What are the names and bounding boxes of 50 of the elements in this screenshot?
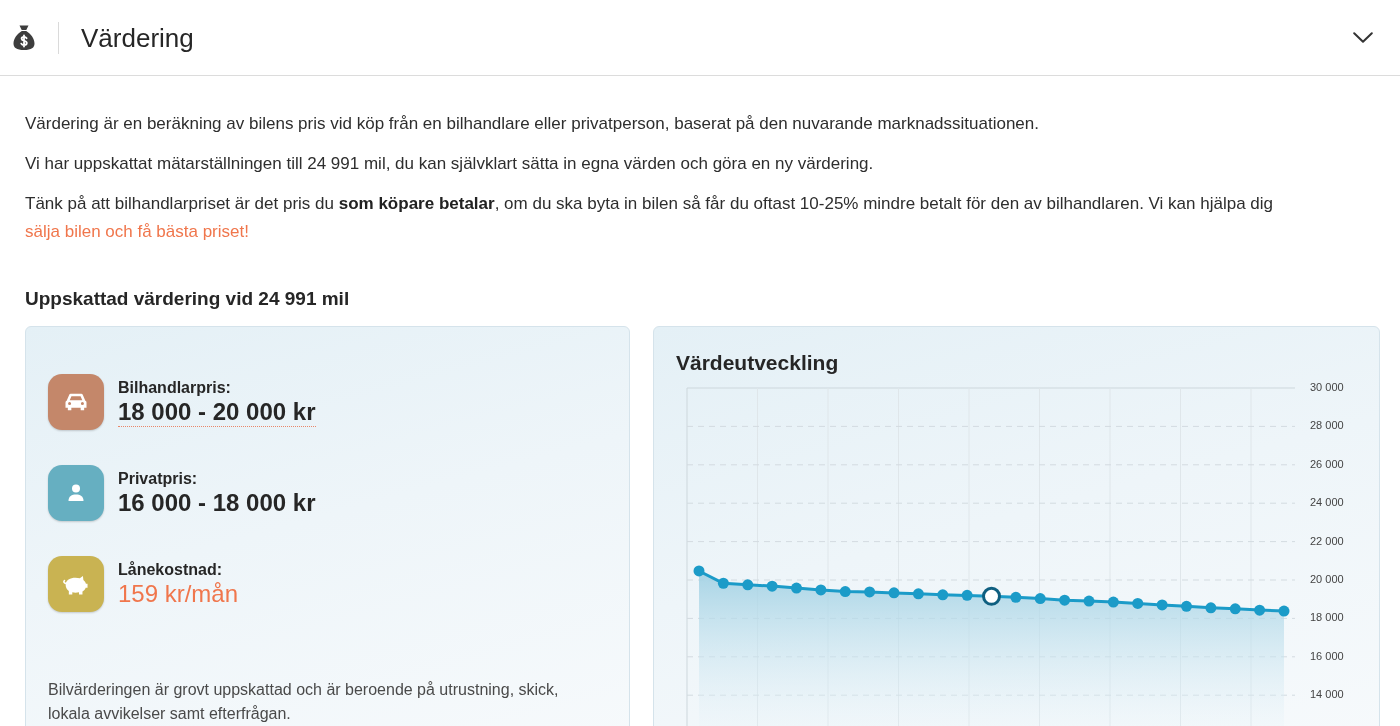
intro-paragraph: Tänk på att bilhandlarpriset är det pris du som köpare betalar, om du ska byta in bilen så får du oftast 10-25% mindre betalt för den av bilhandlaren. Vi kan hjälpa dig sälja bilen och få bästa priset! bbox=[25, 193, 1275, 243]
data-point[interactable] bbox=[1156, 599, 1168, 611]
data-point[interactable] bbox=[717, 577, 729, 589]
data-point[interactable] bbox=[1205, 602, 1217, 614]
disclaimer-text: Bilvärderingen är grovt uppskattad och är beroende på utrustning, skick, lokala avvikelser samt efterfrågan. bbox=[48, 680, 560, 724]
y-axis-label: 20 000 bbox=[1310, 572, 1344, 585]
data-point[interactable] bbox=[693, 565, 705, 577]
data-point[interactable] bbox=[1132, 597, 1144, 609]
data-point[interactable] bbox=[1107, 596, 1119, 608]
data-point[interactable] bbox=[1254, 604, 1266, 616]
money-bag-icon bbox=[12, 24, 36, 51]
section-heading: Uppskattad värdering vid 24 991 mil bbox=[25, 287, 351, 311]
data-point[interactable] bbox=[1059, 594, 1071, 606]
price-value: 159 kr/mån bbox=[118, 580, 239, 608]
data-point[interactable] bbox=[1229, 603, 1241, 615]
chevron-down-icon[interactable] bbox=[1353, 32, 1373, 43]
data-point[interactable] bbox=[1034, 593, 1046, 605]
data-point[interactable] bbox=[815, 584, 827, 596]
price-value: 16 000 - 18 000 kr bbox=[118, 489, 316, 517]
intro-paragraph: Vi har uppskattat mätarställningen till 24 991 mil, du kan självklart sätta in egna värden och göra en ny värdering. bbox=[25, 153, 875, 175]
current-value-marker[interactable] bbox=[982, 586, 1001, 606]
price-label: Bilhandlarpris: bbox=[118, 377, 231, 398]
data-point[interactable] bbox=[912, 588, 924, 600]
price-value: 18 000 - 20 000 kr bbox=[118, 397, 316, 427]
data-point[interactable] bbox=[961, 589, 973, 601]
data-point[interactable] bbox=[888, 587, 900, 599]
y-axis-label: 28 000 bbox=[1310, 419, 1344, 432]
y-axis-label: 26 000 bbox=[1310, 457, 1344, 470]
section-title: Värdering bbox=[81, 21, 194, 54]
data-point[interactable] bbox=[791, 582, 802, 594]
data-point[interactable] bbox=[1278, 605, 1290, 617]
data-point[interactable] bbox=[1010, 591, 1022, 603]
data-point[interactable] bbox=[1083, 595, 1095, 607]
data-point[interactable] bbox=[839, 586, 851, 597]
chart-title: Värdeutveckling bbox=[676, 350, 840, 376]
y-axis-label: 18 000 bbox=[1310, 611, 1344, 624]
y-axis-label: 16 000 bbox=[1310, 649, 1344, 662]
sell-car-link[interactable]: sälja bilen och få bästa priset! bbox=[25, 222, 249, 241]
y-axis-label: 24 000 bbox=[1310, 496, 1344, 509]
data-point[interactable] bbox=[937, 589, 949, 601]
price-label: Privatpris: bbox=[118, 469, 198, 489]
price-label: Lånekostnad: bbox=[118, 560, 222, 580]
y-axis-label: 22 000 bbox=[1310, 534, 1344, 547]
data-point[interactable] bbox=[1181, 600, 1192, 612]
y-axis-label: 30 000 bbox=[1310, 380, 1344, 393]
y-axis-label: 14 000 bbox=[1310, 688, 1344, 701]
data-point[interactable] bbox=[766, 580, 778, 592]
intro-paragraph: Värdering är en beräkning av bilens pris vid köp från en bilhandlare eller privatperson, baserat på den nuvarande marknadssituationen. bbox=[25, 113, 1040, 135]
data-point[interactable] bbox=[864, 586, 876, 598]
data-point[interactable] bbox=[742, 579, 754, 591]
